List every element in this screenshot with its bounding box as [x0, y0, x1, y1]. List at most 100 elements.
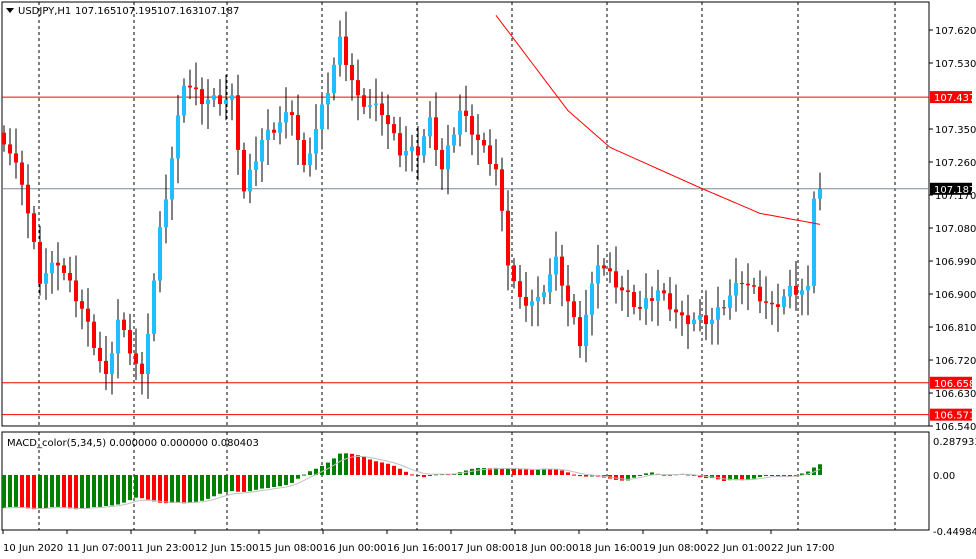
time-tick: 16 Jun 00:00 [323, 543, 387, 554]
candle [284, 112, 288, 123]
candle [758, 286, 762, 302]
candle [602, 265, 606, 269]
price-level-label: 106.658 [934, 379, 975, 390]
candle [494, 163, 498, 170]
price-tick: 106.810 [935, 323, 976, 334]
macd-bar [518, 469, 522, 475]
price-tick: 107.260 [935, 158, 976, 169]
candle [308, 153, 312, 165]
time-tick: 19 Jun 08:00 [643, 543, 707, 554]
candle [548, 274, 552, 293]
candle [662, 290, 666, 294]
candle [386, 115, 390, 125]
macd-bar [14, 475, 18, 507]
candle [746, 283, 750, 286]
candle [116, 319, 120, 354]
time-tick: 18 Jun 00:00 [515, 543, 579, 554]
candle [434, 117, 438, 150]
candle [644, 298, 648, 309]
candle [782, 296, 786, 307]
candle [596, 265, 600, 284]
candle [356, 80, 360, 96]
candle [20, 162, 24, 185]
price-chart[interactable]: USDJPY,H1 107.165 107.195 107.163 107.187MAC… [0, 0, 976, 559]
macd-bar [296, 475, 300, 479]
candle [188, 85, 192, 88]
candle [398, 133, 402, 156]
macd-bar [278, 475, 282, 487]
candle [302, 140, 306, 165]
ohlc-close: 107.187 [198, 6, 239, 17]
macd-bar [746, 475, 750, 480]
candle [146, 333, 150, 374]
macd-bar [212, 475, 216, 497]
macd-bar [566, 472, 570, 475]
macd-bar [56, 475, 60, 507]
macd-bar [548, 468, 552, 475]
macd-bar [290, 475, 294, 483]
macd-bar [344, 453, 348, 475]
macd-bar [770, 475, 774, 476]
macd-bar [260, 475, 264, 489]
macd-bar [416, 475, 420, 477]
macd-bar [512, 468, 516, 475]
candle [182, 85, 186, 116]
candle [44, 273, 48, 284]
candle [110, 353, 114, 374]
candle [722, 307, 726, 309]
macd-bar [128, 475, 132, 501]
macd-bar [374, 461, 378, 475]
candle [632, 292, 636, 307]
macd-bar [98, 475, 102, 507]
macd-bar [38, 475, 42, 509]
candle [800, 290, 804, 295]
candle [650, 298, 654, 301]
candle [728, 295, 732, 308]
macd-bar [266, 475, 270, 489]
candle [290, 112, 294, 116]
candle [14, 153, 18, 163]
candle [626, 290, 630, 293]
candle [218, 95, 222, 105]
candle [254, 161, 258, 170]
candle [554, 256, 558, 275]
macd-bar [392, 465, 396, 475]
macd-bar [338, 453, 342, 475]
candle [230, 95, 234, 100]
candle [266, 129, 270, 141]
macd-bar [122, 475, 126, 503]
macd-bar [86, 475, 90, 509]
macd-tick: -0.449845 [933, 527, 976, 538]
macd-bar [536, 469, 540, 475]
macd-bar [158, 475, 162, 503]
candle [140, 363, 144, 374]
candle [704, 315, 708, 325]
candle [314, 129, 318, 154]
candle [248, 169, 252, 192]
candle [536, 296, 540, 302]
macd-bar [404, 471, 408, 475]
candle [512, 265, 516, 282]
candle [224, 99, 228, 105]
macd-bar [182, 475, 186, 504]
candle [170, 158, 174, 200]
candle [128, 329, 132, 354]
candle [476, 134, 480, 141]
price-tick: 106.990 [935, 257, 976, 268]
candle [560, 256, 564, 286]
candle [236, 95, 240, 150]
candle [68, 272, 72, 281]
macd-bar [644, 473, 648, 475]
candle [338, 36, 342, 65]
macd-bar [68, 475, 72, 509]
macd-bar [410, 474, 414, 476]
candle [470, 116, 474, 135]
candle [86, 308, 90, 322]
candle [584, 314, 588, 347]
macd-bar [2, 475, 6, 509]
candle [26, 184, 30, 214]
candle [92, 321, 96, 348]
macd-bar [572, 474, 576, 476]
candle [806, 285, 810, 291]
candle [482, 140, 486, 146]
